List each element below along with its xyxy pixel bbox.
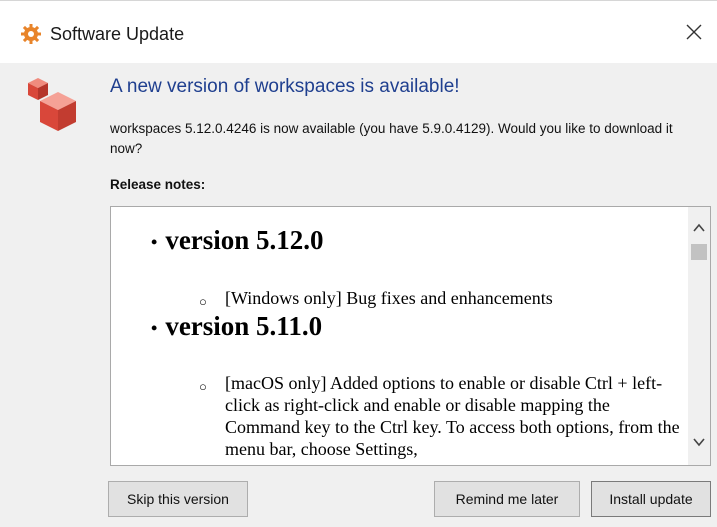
release-version-heading: • version 5.11.0 bbox=[151, 311, 323, 341]
scroll-down-arrow-icon[interactable] bbox=[692, 435, 706, 449]
release-notes-panel[interactable]: • version 5.12.0 ○ [Windows only] Bug fix… bbox=[110, 206, 711, 466]
app-logo-icon bbox=[22, 73, 82, 135]
remind-later-button[interactable]: Remind me later bbox=[434, 481, 580, 517]
skip-version-button[interactable]: Skip this version bbox=[108, 481, 248, 517]
release-notes-label: Release notes: bbox=[110, 177, 206, 192]
release-version-heading: • version 5.12.0 bbox=[151, 225, 324, 255]
circle-bullet-icon: ○ bbox=[199, 379, 207, 394]
window-title: Software Update bbox=[50, 24, 185, 44]
install-update-button[interactable]: Install update bbox=[591, 481, 711, 517]
release-notes-scrollbar[interactable] bbox=[688, 207, 710, 465]
close-icon bbox=[685, 23, 703, 46]
release-notes-content: • version 5.12.0 ○ [Windows only] Bug fix… bbox=[151, 225, 680, 459]
close-button[interactable] bbox=[671, 13, 717, 55]
bullet-icon: • bbox=[151, 318, 158, 339]
update-headline: A new version of workspaces is available… bbox=[110, 76, 460, 97]
update-description: workspaces 5.12.0.4246 is now available … bbox=[110, 121, 673, 156]
circle-bullet-icon: ○ bbox=[199, 294, 207, 309]
gear-icon bbox=[20, 23, 42, 45]
scroll-up-arrow-icon[interactable] bbox=[692, 221, 706, 235]
scroll-thumb[interactable] bbox=[691, 244, 707, 260]
software-update-dialog: Software Update A new version of workspa… bbox=[0, 0, 717, 527]
bullet-icon: • bbox=[151, 232, 158, 253]
title-bar: Software Update bbox=[0, 1, 717, 63]
